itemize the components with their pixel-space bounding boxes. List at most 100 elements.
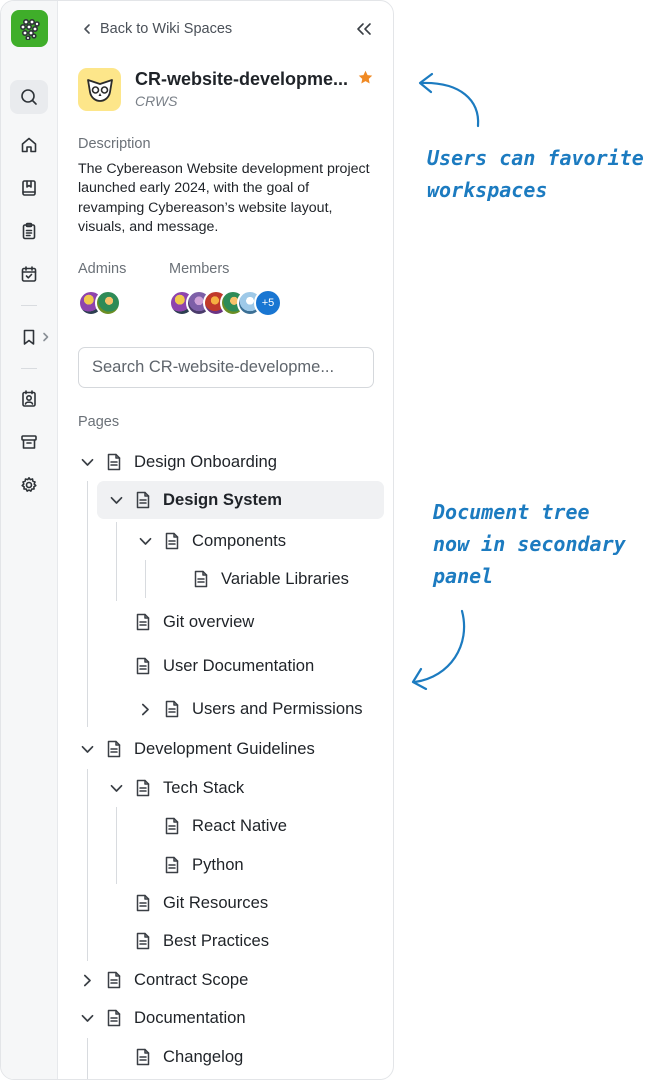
page-tree-item[interactable]: Users and Permissions [136,690,363,728]
members-avatars[interactable]: +5 [169,289,282,317]
page-label: Contract Scope [134,970,249,989]
page-label: Python [192,855,244,874]
chevron-right-icon[interactable] [83,974,92,987]
document-icon [107,971,121,989]
chevron-down-icon[interactable] [81,745,94,754]
app-logo[interactable] [11,10,48,47]
annotation-arrow-up [418,72,480,128]
document-icon [165,700,179,718]
chevron-right-icon[interactable] [141,703,150,716]
pages-search-input[interactable] [78,347,374,388]
expander[interactable] [78,974,96,987]
rail-search[interactable] [10,80,48,114]
page-tree-item[interactable]: Git Resources [107,884,268,922]
page-tree-item[interactable]: Development Guidelines [78,730,315,768]
page-tree-item[interactable]: Tech Stack [107,769,244,807]
favorite-star-button[interactable] [357,69,374,91]
expander[interactable] [78,745,96,754]
document-icon [165,856,179,874]
avatar[interactable] [95,290,121,316]
app-window: Back to Wiki Spaces CR-website-developme… [0,0,394,1080]
page-icon [135,1048,151,1066]
page-icon [164,856,180,874]
rail-wiki[interactable] [10,171,48,205]
workspace-description: The Cybereason Website development proje… [78,161,370,235]
document-icon [107,453,121,471]
workspace-logo [78,68,121,111]
page-icon [106,740,122,758]
page-label: Components [192,531,287,550]
page-label: Users and Permissions [192,699,363,718]
page-icon [135,932,151,950]
page-tree-item[interactable]: Changelog [107,1038,243,1076]
page-icon [164,817,180,835]
page-icon [135,894,151,912]
document-icon [136,657,150,675]
logo-grid-icon [19,18,40,40]
annotation-arrow-down [411,609,466,690]
calendar-check-icon [21,266,37,282]
members-more-badge[interactable]: +5 [254,289,282,317]
expander[interactable] [136,703,154,716]
page-tree-item[interactable]: User Documentation [107,647,314,685]
expander[interactable] [107,784,125,793]
rail-settings[interactable] [10,468,48,502]
admins-avatars[interactable] [78,290,121,316]
page-tree-item[interactable]: Components [136,522,286,560]
document-icon [165,532,179,550]
page-tree-item[interactable]: Contract Scope [78,961,248,999]
rail-home[interactable] [10,128,48,162]
expander[interactable] [78,1014,96,1023]
rail-contacts[interactable] [10,382,48,416]
page-tree-item[interactable]: Best Practices [107,922,269,960]
page-icon [135,491,151,509]
chevron-down-icon[interactable] [110,784,123,793]
document-icon [107,1009,121,1027]
page-label: Design System [163,490,282,509]
double-chevron-left-icon [357,23,371,35]
chevron-down-icon[interactable] [81,458,94,467]
page-label: Design Onboarding [134,452,277,471]
document-icon [136,1048,150,1066]
rail-tasks[interactable] [10,214,48,248]
page-tree-item[interactable]: Git overview [107,603,254,641]
document-icon [194,570,208,588]
rail-bookmarks[interactable] [10,320,49,354]
page-tree-item[interactable]: Variable Libraries [165,560,349,598]
tree-annotation: Document tree now in secondary panel [433,496,626,592]
collapse-panel-button[interactable] [355,22,373,41]
wiki-book-icon [22,180,36,196]
chevron-down-icon[interactable] [139,537,152,546]
document-icon [136,491,150,509]
members-label: Members [169,261,230,277]
page-icon [135,779,151,797]
rail-divider [21,305,37,306]
page-tree-item[interactable]: React Native [136,807,287,845]
page-label: Development Guidelines [134,739,315,758]
settings-icon [21,477,37,492]
rail-archive[interactable] [10,425,48,459]
page-icon [135,613,151,631]
expander[interactable] [136,537,154,546]
page-icon [106,1009,122,1027]
page-tree-item[interactable]: Documentation [78,999,246,1037]
admins-label: Admins [78,261,127,277]
pages-label: Pages [78,414,120,430]
expander[interactable] [78,458,96,467]
page-tree-item[interactable]: Python [136,846,244,884]
page-tree-item[interactable]: Design Onboarding [78,443,277,481]
chevron-down-icon[interactable] [81,1014,94,1023]
page-label: Git overview [163,612,255,631]
annotation-line: Document tree [433,500,590,524]
page-icon [135,657,151,675]
rail-calendar[interactable] [10,257,48,291]
document-icon [136,894,150,912]
back-to-wiki-link[interactable]: Back to Wiki Spaces [82,21,232,37]
expander[interactable] [107,496,125,505]
page-icon [106,453,122,471]
annotation-line: now in secondary [433,532,626,556]
page-icon [164,532,180,550]
tree-guide-line [87,769,88,961]
chevron-down-icon[interactable] [110,496,123,505]
page-tree-item[interactable]: Design System [97,481,384,519]
